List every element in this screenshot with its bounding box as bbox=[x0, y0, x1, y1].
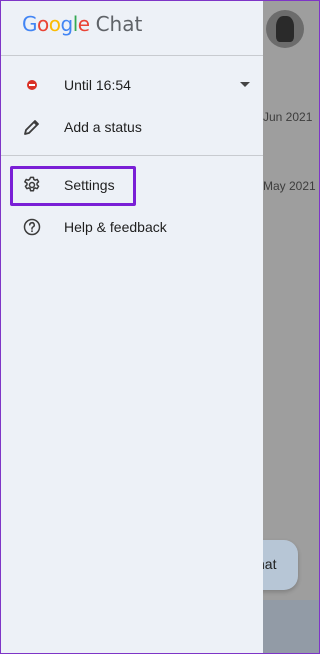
settings-highlight-box bbox=[10, 166, 136, 206]
help-feedback-item[interactable]: Help & feedback bbox=[0, 206, 263, 248]
add-status-label: Add a status bbox=[64, 119, 142, 135]
conversation-date: Jun 2021 bbox=[263, 110, 313, 124]
conversation-date: May 2021 bbox=[263, 179, 316, 193]
navigation-drawer: Google Chat Until 16:54 Add a status Set… bbox=[0, 0, 263, 654]
help-feedback-label: Help & feedback bbox=[64, 219, 167, 235]
pencil-icon bbox=[24, 120, 39, 135]
add-status-item[interactable]: Add a status bbox=[0, 106, 263, 148]
do-not-disturb-icon bbox=[27, 80, 37, 90]
divider bbox=[0, 55, 263, 56]
status-label: Until 16:54 bbox=[64, 77, 131, 93]
google-chat-logo: Google Chat bbox=[22, 12, 142, 38]
status-item[interactable]: Until 16:54 bbox=[0, 64, 263, 106]
help-icon bbox=[23, 218, 41, 236]
chevron-down-icon[interactable] bbox=[240, 82, 250, 87]
google-wordmark: Google bbox=[22, 12, 90, 36]
bottom-nav-bar bbox=[262, 600, 320, 654]
product-name: Chat bbox=[95, 12, 143, 36]
divider bbox=[0, 155, 263, 156]
avatar[interactable] bbox=[266, 10, 304, 48]
